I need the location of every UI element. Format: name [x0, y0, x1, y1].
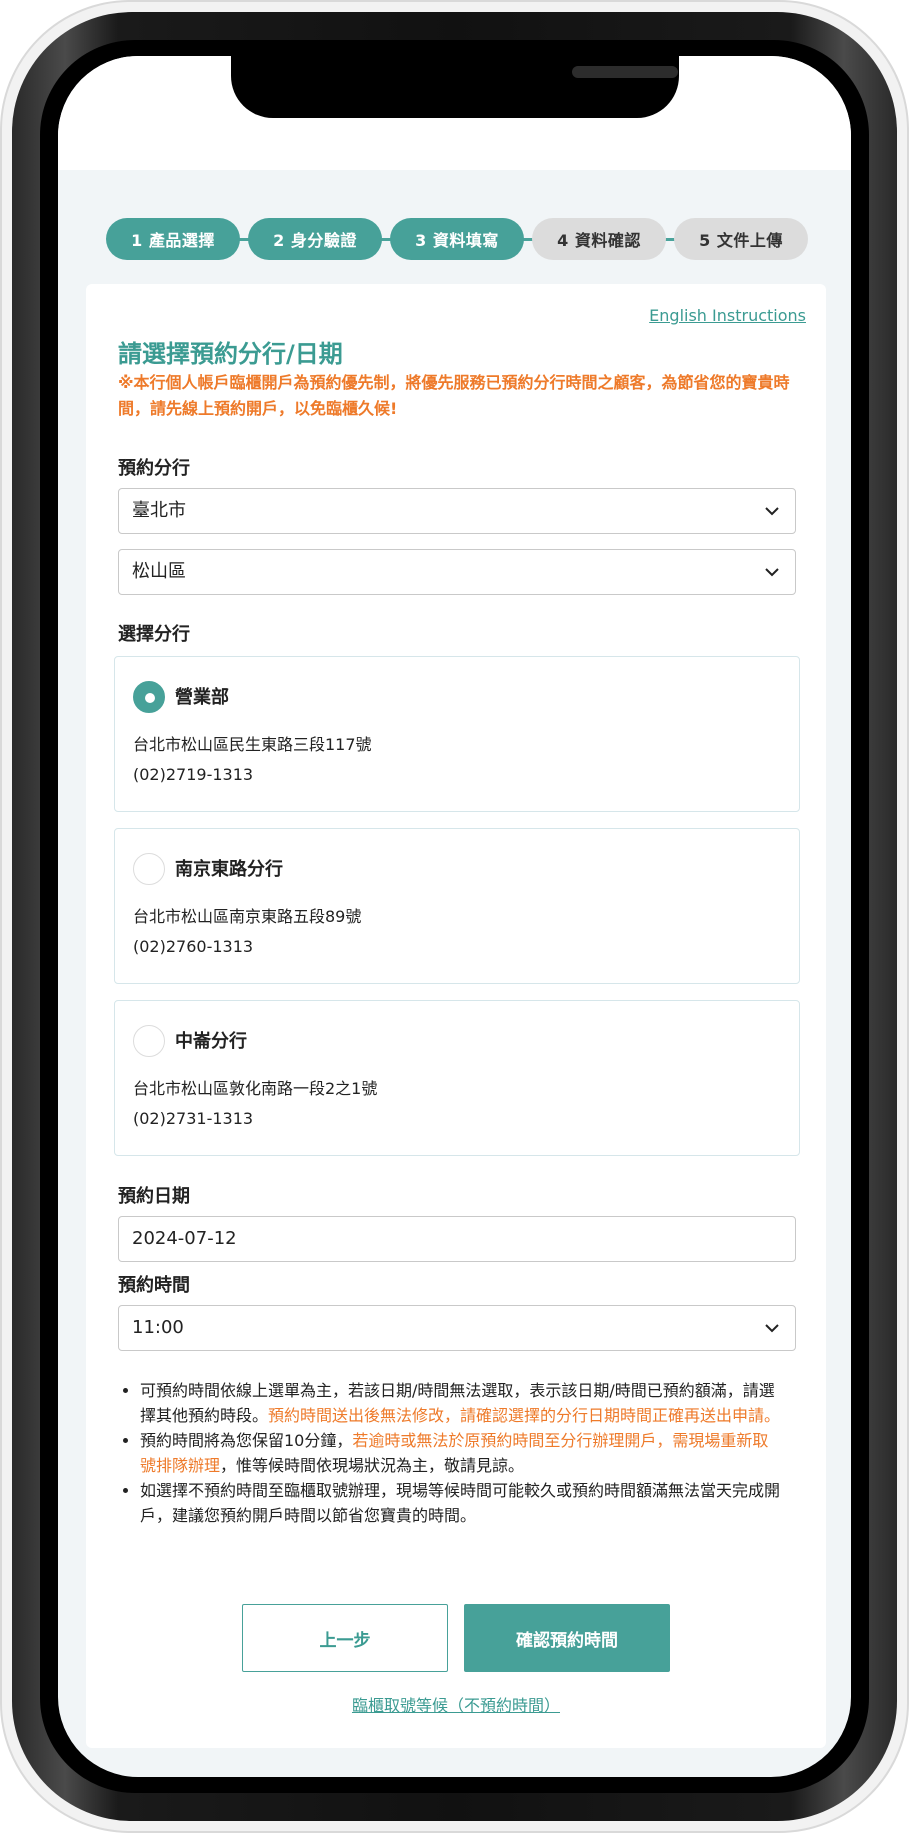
step-product-selection: 1 產品選擇: [106, 218, 240, 260]
appointment-notes: 可預約時間依線上選單為主，若該日期/時間無法選取，表示該日期/時間已預約額滿，請…: [122, 1378, 782, 1528]
branch-phone: (02)2760-1313: [133, 937, 254, 956]
branch-option[interactable]: 南京東路分行 台北市松山區南京東路五段89號 (02)2760-1313: [114, 828, 800, 984]
note-highlight: 預約時間送出後無法修改，請確認選擇的分行日期時間正確再送出申請。: [268, 1406, 781, 1425]
progress-stepper: 1 產品選擇 2 身分驗證 3 資料填寫 4 資料確認 5 文件上傳: [106, 218, 808, 260]
branch-phone: (02)2731-1313: [133, 1109, 254, 1128]
branch-option[interactable]: 營業部 台北市松山區民生東路三段117號 (02)2719-1313: [114, 656, 800, 812]
radio-button[interactable]: [133, 1025, 165, 1057]
note-text: ，惟等候時間依現場狀況為主，敬請見諒。: [220, 1456, 525, 1475]
appointment-card: English Instructions 請選擇預約分行/日期 ※本行個人帳戶臨…: [86, 284, 826, 1748]
radio-button[interactable]: [133, 853, 165, 885]
appointment-warning: ※本行個人帳戶臨櫃開戶為預約優先制，將優先服務已預約分行時間之顧客，為節省您的寶…: [118, 373, 790, 418]
appointment-time-label: 預約時間: [118, 1275, 190, 1296]
note-item: 如選擇不預約時間至臨櫃取號辦理，現場等候時間可能較久或預約時間額滿無法當天完成開…: [140, 1478, 782, 1528]
note-text: 如選擇不預約時間至臨櫃取號辦理，現場等候時間可能較久或預約時間額滿無法當天完成開…: [140, 1481, 781, 1525]
branch-name: 營業部: [175, 687, 229, 708]
note-item: 可預約時間依線上選單為主，若該日期/時間無法選取，表示該日期/時間已預約額滿，請…: [140, 1378, 782, 1428]
appointment-time-select[interactable]: 11:00: [118, 1305, 796, 1351]
confirm-appointment-button[interactable]: 確認預約時間: [464, 1604, 670, 1672]
radio-button-selected[interactable]: [133, 681, 165, 713]
phone-screen: 1 產品選擇 2 身分驗證 3 資料填寫 4 資料確認 5 文件上傳 Engli…: [58, 56, 851, 1777]
previous-step-button[interactable]: 上一步: [242, 1604, 448, 1672]
appointment-time-value: 11:00: [132, 1317, 184, 1338]
branch-name: 南京東路分行: [175, 859, 283, 880]
step-confirm-data: 4 資料確認: [532, 218, 666, 260]
speaker-grille: [572, 66, 678, 78]
step-fill-data: 3 資料填寫: [390, 218, 524, 260]
appointment-date-label: 預約日期: [118, 1186, 190, 1207]
english-instructions-link[interactable]: English Instructions: [649, 306, 806, 325]
note-text: 預約時間將為您保留10分鐘，: [140, 1431, 353, 1450]
appointment-date-value: 2024-07-12: [132, 1228, 237, 1249]
branch-phone: (02)2719-1313: [133, 765, 254, 784]
appointment-date-input[interactable]: 2024-07-12: [118, 1216, 796, 1262]
district-select-value: 松山區: [132, 561, 186, 582]
chevron-down-icon: [765, 568, 779, 577]
note-item: 預約時間將為您保留10分鐘，若逾時或無法於原預約時間至分行辦理開戶，需現場重新取…: [140, 1428, 782, 1478]
walk-in-queue-link[interactable]: 臨櫃取號等候（不預約時間）: [86, 1692, 826, 1716]
branch-option[interactable]: 中崙分行 台北市松山區敦化南路一段2之1號 (02)2731-1313: [114, 1000, 800, 1156]
branch-name: 中崙分行: [175, 1031, 247, 1052]
chevron-down-icon: [765, 507, 779, 516]
branch-address: 台北市松山區敦化南路一段2之1號: [133, 1079, 378, 1098]
city-select[interactable]: 臺北市: [118, 488, 796, 534]
district-select[interactable]: 松山區: [118, 549, 796, 595]
step-identity-verification: 2 身分驗證: [248, 218, 382, 260]
branch-address: 台北市松山區民生東路三段117號: [133, 735, 372, 754]
page-title: 請選擇預約分行/日期: [118, 340, 343, 368]
chevron-down-icon: [765, 1324, 779, 1333]
city-select-value: 臺北市: [132, 500, 186, 521]
step-upload-documents: 5 文件上傳: [674, 218, 808, 260]
branch-select-label: 預約分行: [118, 458, 190, 479]
phone-notch: [231, 56, 679, 118]
branch-address: 台北市松山區南京東路五段89號: [133, 907, 362, 926]
choose-branch-label: 選擇分行: [118, 624, 190, 645]
